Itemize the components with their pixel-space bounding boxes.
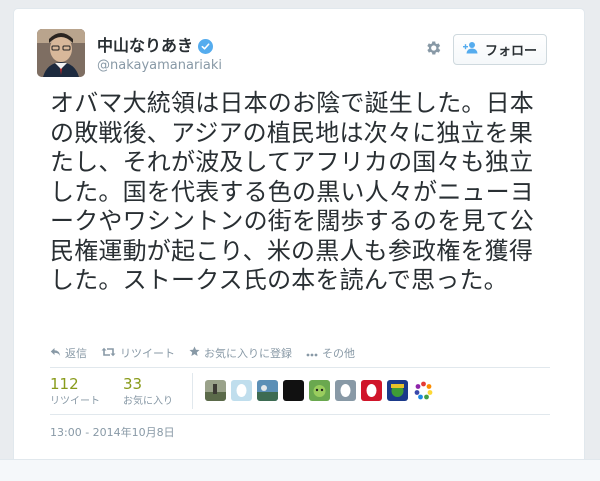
gear-icon[interactable] (423, 38, 443, 58)
follow-person-icon (462, 41, 479, 58)
author-name[interactable]: 中山なりあき (97, 37, 193, 55)
reply-action[interactable]: 返信 (50, 345, 87, 361)
retweet-action[interactable]: リツイート (101, 345, 175, 361)
retweeter-avatar[interactable] (335, 380, 356, 401)
favorite-count-label: お気に入り (123, 396, 173, 407)
retweeter-avatar[interactable] (361, 380, 382, 401)
follow-button[interactable]: フォロー (453, 34, 547, 65)
more-label: その他 (322, 347, 355, 360)
author-name-row[interactable]: 中山なりあき (97, 37, 214, 55)
tweet-actions: 返信 リツイート お気に入りに登録 その他 (50, 345, 355, 361)
author-avatar[interactable] (37, 29, 85, 77)
retweet-stat[interactable]: 112 リツイート (50, 375, 100, 409)
more-dots-icon (306, 347, 318, 360)
favorite-label: お気に入りに登録 (204, 347, 292, 360)
retweet-count-label: リツイート (50, 396, 100, 407)
more-action[interactable]: その他 (306, 345, 355, 361)
retweeter-avatar[interactable] (205, 380, 226, 401)
verified-badge-icon (198, 38, 214, 54)
author-handle[interactable]: @nakayamanariaki (97, 58, 222, 74)
favorite-stat[interactable]: 33 お気に入り (123, 375, 173, 409)
tweet-timestamp[interactable]: 13:00 - 2014年10月8日 (50, 424, 175, 440)
divider (50, 414, 550, 415)
reply-icon (50, 347, 61, 360)
follow-button-label: フォロー (484, 44, 537, 59)
stats-divider (192, 373, 193, 409)
retweeter-avatar[interactable] (413, 380, 434, 401)
reply-label: 返信 (65, 347, 87, 360)
reply-area (0, 459, 600, 481)
retweet-label: リツイート (120, 347, 175, 360)
retweet-icon (101, 347, 116, 360)
retweeter-avatars (205, 380, 434, 401)
favorite-action[interactable]: お気に入りに登録 (189, 345, 292, 361)
retweeter-avatar[interactable] (283, 380, 304, 401)
retweeter-avatar[interactable] (309, 380, 330, 401)
retweeter-avatar[interactable] (231, 380, 252, 401)
retweeter-avatar[interactable] (387, 380, 408, 401)
tweet-text: オバマ大統領は日本のお陰で誕生した。日本の敗戦後、アジアの植民地は次々に独立を果… (50, 89, 534, 294)
star-icon (189, 346, 200, 360)
favorite-count: 33 (123, 375, 143, 393)
divider (50, 367, 550, 368)
retweet-count: 112 (50, 375, 79, 393)
retweeter-avatar[interactable] (257, 380, 278, 401)
